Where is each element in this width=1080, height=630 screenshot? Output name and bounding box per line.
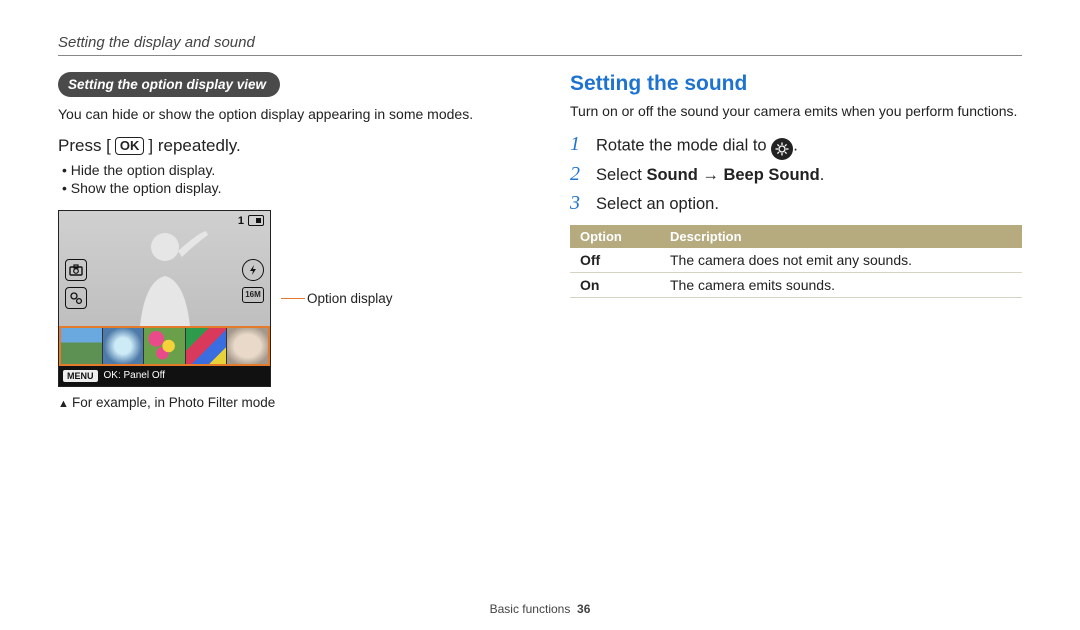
callout-label: Option display: [307, 291, 393, 306]
cell-description: The camera emits sounds.: [660, 272, 1022, 297]
resolution-icon: 16M: [242, 287, 264, 303]
step-text: .: [793, 136, 798, 154]
page-header: Setting the display and sound: [58, 34, 1022, 51]
step-text: .: [820, 166, 825, 184]
filter-thumbnail: [103, 328, 145, 364]
table-row: Off The camera does not emit any sounds.: [570, 248, 1022, 273]
settings-dial-icon: [771, 138, 793, 160]
person-silhouette-icon: [120, 221, 210, 326]
cell-description: The camera does not emit any sounds.: [660, 248, 1022, 273]
option-bullets: Hide the option display. Show the option…: [62, 162, 510, 196]
col-header-description: Description: [660, 225, 1022, 248]
step-number: 2: [570, 163, 586, 186]
gears-mode-icon: [65, 287, 87, 309]
left-column: Setting the option display view You can …: [58, 72, 510, 410]
battery-card-icon: [248, 215, 264, 226]
instruction-pre: Press [: [58, 136, 111, 156]
bottom-hint: OK: Panel Off: [104, 370, 166, 381]
option-display-strip: [59, 326, 270, 366]
flash-icon: [242, 259, 264, 281]
step-text: Select: [596, 166, 646, 184]
step-2: 2 Select Sound → Beep Sound.: [570, 163, 1022, 186]
instruction-post: ] repeatedly.: [148, 136, 240, 156]
sound-intro: Turn on or off the sound your camera emi…: [570, 102, 1022, 121]
sound-heading: Setting the sound: [570, 72, 1022, 96]
filter-thumbnail: [227, 328, 268, 364]
step-1: 1 Rotate the mode dial to .: [570, 133, 1022, 157]
footer-section: Basic functions: [490, 602, 571, 616]
page-footer: Basic functions 36: [0, 602, 1080, 616]
option-display-callout: Option display: [281, 291, 393, 306]
camera-mode-icon: [65, 259, 87, 281]
bullet-item: Show the option display.: [62, 180, 510, 196]
step-bold: Beep Sound: [723, 166, 819, 184]
options-table: Option Description Off The camera does n…: [570, 225, 1022, 298]
illustration-caption: For example, in Photo Filter mode: [58, 395, 510, 410]
step-number: 3: [570, 192, 586, 215]
step-number: 1: [570, 133, 586, 156]
left-intro: You can hide or show the option display …: [58, 105, 510, 124]
divider: [58, 55, 1022, 56]
right-column: Setting the sound Turn on or off the sou…: [570, 72, 1022, 410]
step-3: 3 Select an option.: [570, 192, 1022, 215]
col-header-option: Option: [570, 225, 660, 248]
page-number: 36: [577, 602, 590, 616]
cell-option: On: [570, 272, 660, 297]
camera-screen-illustration: 1: [58, 210, 271, 387]
step-arrow: →: [698, 166, 724, 184]
step-text: Rotate the mode dial to: [596, 136, 771, 154]
ok-key-icon: OK: [115, 137, 145, 155]
filter-thumbnail: [144, 328, 186, 364]
menu-button-label: MENU: [63, 370, 98, 382]
press-ok-instruction: Press [OK] repeatedly.: [58, 136, 510, 156]
step-text: Select an option.: [596, 195, 719, 214]
filter-thumbnail: [186, 328, 228, 364]
status-count: 1: [238, 215, 244, 227]
step-bold: Sound: [646, 166, 697, 184]
bullet-item: Hide the option display.: [62, 162, 510, 178]
table-row: On The camera emits sounds.: [570, 272, 1022, 297]
cell-option: Off: [570, 248, 660, 273]
subsection-pill: Setting the option display view: [58, 72, 280, 97]
filter-thumbnail: [61, 328, 103, 364]
